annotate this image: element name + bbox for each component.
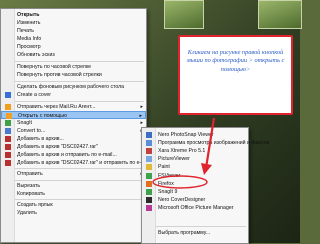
annotation-arrow-icon [152,117,216,189]
